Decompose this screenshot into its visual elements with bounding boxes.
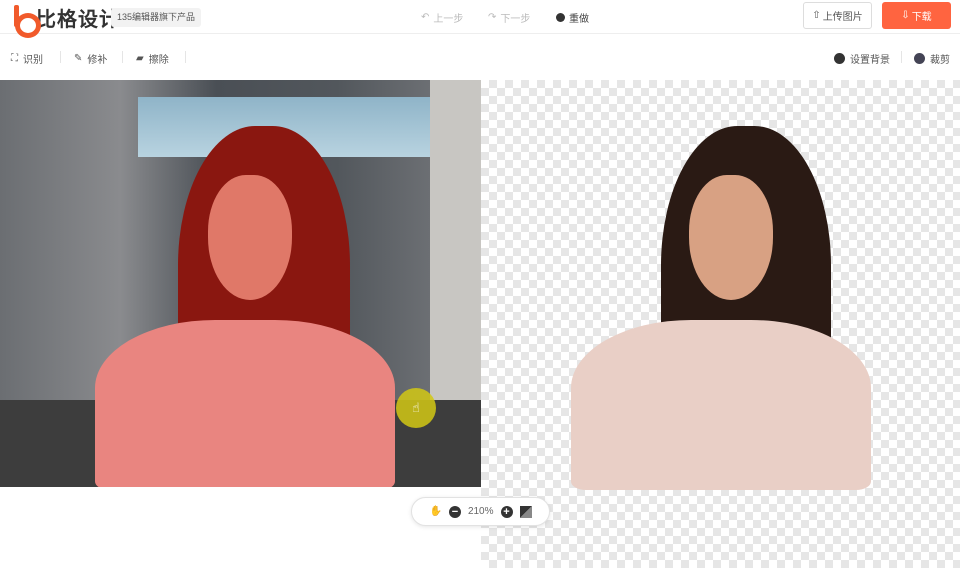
upload-label: 上传图片 — [822, 12, 863, 23]
undo-icon: ↶ — [421, 12, 430, 23]
crop-label: 裁剪 — [930, 55, 950, 66]
background-icon — [834, 53, 845, 64]
redo-button[interactable]: ↷ 下一步 — [488, 10, 530, 25]
clock-icon — [556, 13, 565, 22]
cloud-download-icon: ⇩ — [901, 10, 910, 21]
download-label: 下载 — [911, 12, 932, 23]
upload-image-button[interactable]: ⇧ 上传图片 — [803, 2, 872, 29]
result-body — [571, 320, 871, 490]
reset-label: 重做 — [569, 14, 589, 25]
set-background-button[interactable]: 设置背景 — [834, 51, 890, 66]
logo-icon — [12, 5, 41, 38]
source-canvas[interactable]: ☝ — [0, 80, 481, 487]
result-canvas[interactable] — [481, 80, 960, 568]
redo-icon: ↷ — [488, 12, 497, 23]
undo-label: 上一步 — [433, 14, 464, 25]
header: 比格设计 135编辑器旗下产品 ↶ 上一步 ↷ 下一步 重做 ⇧ 上传图片 ⇩ 下载 — [0, 0, 960, 38]
reset-button[interactable]: 重做 — [556, 10, 589, 25]
crop-button[interactable]: 裁剪 — [914, 51, 950, 66]
cloud-upload-icon: ⇧ — [812, 10, 821, 21]
logo[interactable]: 比格设计 — [12, 3, 120, 38]
person-scan-icon: ⛶ — [11, 53, 18, 64]
identify-tool[interactable]: ⛶ 识别 — [11, 51, 43, 66]
identify-label: 识别 — [23, 55, 43, 66]
zoom-control: ✋ − 210% + — [411, 497, 550, 526]
background-pillar — [430, 80, 481, 410]
divider — [60, 51, 61, 63]
logo-text: 比格设计 — [36, 8, 120, 31]
redo-label: 下一步 — [500, 14, 531, 25]
zoom-out-button[interactable]: − — [448, 505, 461, 518]
mask-face — [208, 175, 292, 300]
eraser-icon: ▰ — [136, 53, 144, 64]
repair-label: 修补 — [87, 55, 108, 66]
divider — [185, 51, 186, 63]
result-face — [689, 175, 773, 300]
toolbar: ⛶ 识别 ✎ 修补 ▰ 擦除 设置背景 裁剪 — [0, 35, 960, 80]
repair-tool[interactable]: ✎ 修补 — [74, 51, 107, 66]
zoom-level: 210% — [467, 506, 494, 517]
divider — [122, 51, 123, 63]
brush-cursor: ☝ — [396, 388, 436, 428]
compare-icon[interactable] — [519, 505, 532, 518]
product-badge: 135编辑器旗下产品 — [111, 8, 202, 27]
download-button[interactable]: ⇩ 下载 — [882, 2, 951, 29]
hand-pointer-icon: ☝ — [412, 400, 420, 415]
zoom-in-button[interactable]: + — [500, 505, 513, 518]
erase-tool[interactable]: ▰ 擦除 — [136, 51, 169, 66]
erase-label: 擦除 — [148, 55, 169, 66]
brush-icon: ✎ — [74, 53, 83, 64]
divider — [901, 51, 902, 63]
mask-body — [95, 320, 395, 487]
set-background-label: 设置背景 — [850, 55, 890, 66]
crop-icon — [914, 53, 925, 64]
undo-button[interactable]: ↶ 上一步 — [421, 10, 463, 25]
hand-pan-icon[interactable]: ✋ — [429, 506, 441, 517]
